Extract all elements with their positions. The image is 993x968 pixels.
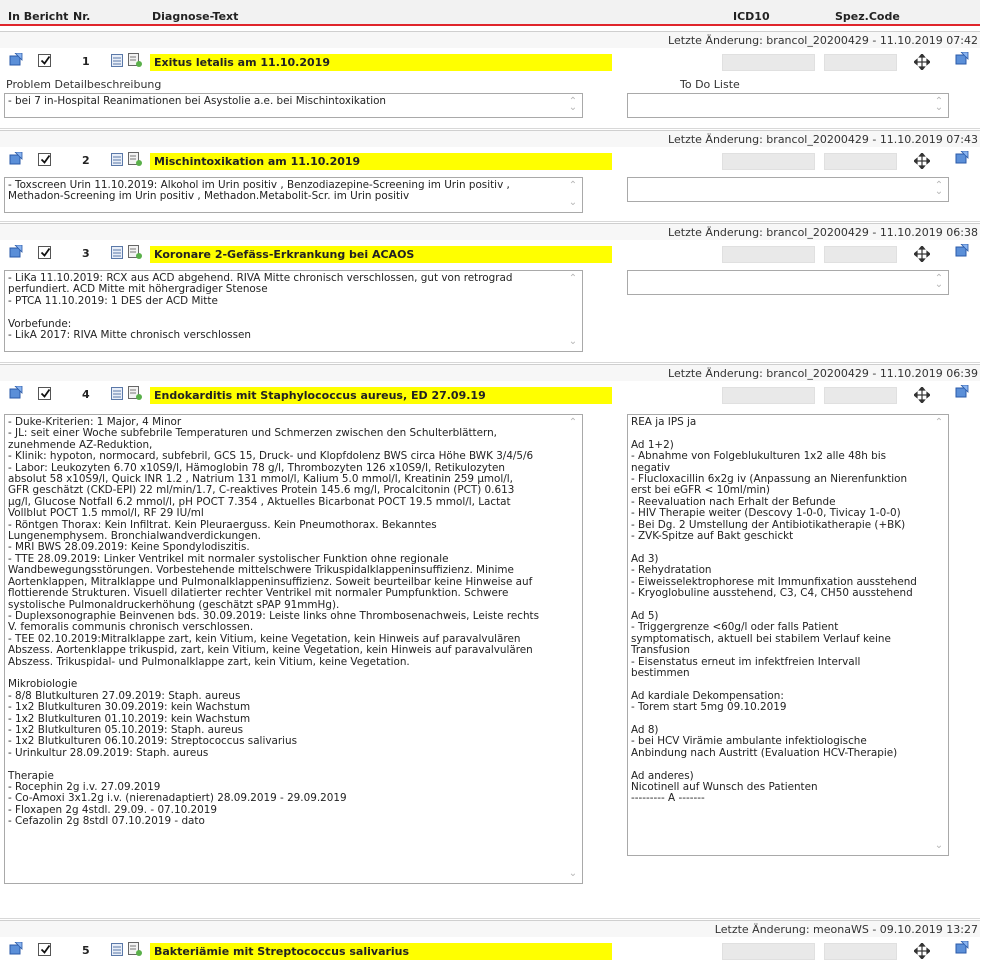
list-icon[interactable] xyxy=(111,943,123,956)
diagnosis-number: 1 xyxy=(82,55,90,68)
col-nr: Nr. xyxy=(73,10,91,23)
in-bericht-checkbox[interactable] xyxy=(38,943,51,956)
document-arrow-icon[interactable] xyxy=(9,245,23,258)
list-icon[interactable] xyxy=(111,54,123,67)
in-bericht-checkbox[interactable] xyxy=(38,387,51,400)
scroll-down-icon[interactable]: ⌄ xyxy=(932,187,946,197)
diagnosis-row: 2 Mischintoxikation am 11.10.2019 xyxy=(0,148,980,174)
scroll-up-icon[interactable]: ⌃ xyxy=(566,181,580,191)
document-arrow-icon[interactable] xyxy=(955,385,969,398)
diagnosis-title[interactable]: Exitus letalis am 11.10.2019 xyxy=(150,54,612,71)
last-change-text: Letzte Änderung: brancol_20200429 - 11.1… xyxy=(668,34,978,47)
move-arrows-icon[interactable] xyxy=(913,386,931,404)
edit-doc-icon[interactable] xyxy=(128,53,142,67)
divider xyxy=(0,362,980,363)
problem-textarea[interactable]: - Duke-Kriterien: 1 Major, 4 Minor - JL:… xyxy=(4,414,583,884)
document-arrow-icon[interactable] xyxy=(9,53,23,66)
problem-label: Problem Detailbeschreibung xyxy=(6,78,162,91)
edit-doc-icon[interactable] xyxy=(128,386,142,400)
col-spez-code: Spez.Code xyxy=(835,10,900,23)
edit-doc-icon[interactable] xyxy=(128,942,142,956)
scroll-down-icon[interactable]: ⌄ xyxy=(932,103,946,113)
diagnosis-number: 2 xyxy=(82,154,90,167)
in-bericht-checkbox[interactable] xyxy=(38,246,51,259)
todo-textarea[interactable]: ⌃ ⌄ xyxy=(627,177,949,202)
divider xyxy=(0,221,980,222)
divider xyxy=(0,918,980,919)
diagnosis-number: 5 xyxy=(82,944,90,957)
list-icon[interactable] xyxy=(111,153,123,166)
icd10-field[interactable] xyxy=(722,943,815,960)
scroll-up-icon[interactable]: ⌃ xyxy=(932,418,946,428)
spez-code-field[interactable] xyxy=(824,153,897,170)
scroll-down-icon[interactable]: ⌄ xyxy=(566,869,580,879)
divider xyxy=(0,128,980,129)
todo-textarea[interactable]: REA ja IPS ja Ad 1+2) - Abnahme von Folg… xyxy=(627,414,949,856)
list-icon[interactable] xyxy=(111,387,123,400)
table-header: In Bericht Nr. Diagnose-Text ICD10 Spez.… xyxy=(0,0,980,26)
diagnosis-row: 3 Koronare 2-Gefäss-Erkrankung bei ACAOS xyxy=(0,241,980,267)
diagnosis-title[interactable]: Bakteriämie mit Streptococcus salivarius xyxy=(150,943,612,960)
document-arrow-icon[interactable] xyxy=(9,942,23,955)
col-in-bericht: In Bericht xyxy=(8,10,69,23)
spez-code-field[interactable] xyxy=(824,387,897,404)
document-arrow-icon[interactable] xyxy=(9,386,23,399)
last-change-bar: Letzte Änderung: brancol_20200429 - 11.1… xyxy=(0,223,980,240)
spez-code-field[interactable] xyxy=(824,246,897,263)
scroll-up-icon[interactable]: ⌃ xyxy=(566,418,580,428)
diagnosis-number: 3 xyxy=(82,247,90,260)
move-arrows-icon[interactable] xyxy=(913,53,931,71)
document-arrow-icon[interactable] xyxy=(955,941,969,954)
todo-label: To Do Liste xyxy=(680,78,740,91)
diagnosis-row: 1 Exitus letalis am 11.10.2019 xyxy=(0,49,980,75)
last-change-text: Letzte Änderung: brancol_20200429 - 11.1… xyxy=(668,226,978,239)
last-change-text: Letzte Änderung: brancol_20200429 - 11.1… xyxy=(668,133,978,146)
scroll-down-icon[interactable]: ⌄ xyxy=(932,841,946,851)
last-change-bar: Letzte Änderung: brancol_20200429 - 11.1… xyxy=(0,31,980,48)
last-change-text: Letzte Änderung: brancol_20200429 - 11.1… xyxy=(668,367,978,380)
move-arrows-icon[interactable] xyxy=(913,942,931,960)
todo-textarea[interactable]: ⌃ ⌄ xyxy=(627,270,949,295)
diagnosis-title[interactable]: Mischintoxikation am 11.10.2019 xyxy=(150,153,612,170)
detail-labels: Problem Detailbeschreibung To Do Liste xyxy=(0,77,980,93)
in-bericht-checkbox[interactable] xyxy=(38,54,51,67)
todo-textarea[interactable]: ⌃ ⌄ xyxy=(627,93,949,118)
last-change-bar: Letzte Änderung: meonaWS - 09.10.2019 13… xyxy=(0,920,980,937)
col-diagnose-text: Diagnose-Text xyxy=(152,10,239,23)
move-arrows-icon[interactable] xyxy=(913,152,931,170)
scroll-down-icon[interactable]: ⌄ xyxy=(932,280,946,290)
document-arrow-icon[interactable] xyxy=(9,152,23,165)
spez-code-field[interactable] xyxy=(824,943,897,960)
document-arrow-icon[interactable] xyxy=(955,244,969,257)
diagnosis-number: 4 xyxy=(82,388,90,401)
scroll-down-icon[interactable]: ⌄ xyxy=(566,198,580,208)
spez-code-field[interactable] xyxy=(824,54,897,71)
last-change-text: Letzte Änderung: meonaWS - 09.10.2019 13… xyxy=(714,923,978,936)
scroll-down-icon[interactable]: ⌄ xyxy=(566,103,580,113)
in-bericht-checkbox[interactable] xyxy=(38,153,51,166)
scroll-down-icon[interactable]: ⌄ xyxy=(566,337,580,347)
diagnosis-row: 5 Bakteriämie mit Streptococcus salivari… xyxy=(0,938,980,964)
scroll-up-icon[interactable]: ⌃ xyxy=(566,274,580,284)
diagnosis-title[interactable]: Endokarditis mit Staphylococcus aureus, … xyxy=(150,387,612,404)
problem-textarea[interactable]: - bei 7 in-Hospital Reanimationen bei As… xyxy=(4,93,583,118)
edit-doc-icon[interactable] xyxy=(128,245,142,259)
last-change-bar: Letzte Änderung: brancol_20200429 - 11.1… xyxy=(0,364,980,381)
icd10-field[interactable] xyxy=(722,246,815,263)
col-icd10: ICD10 xyxy=(733,10,770,23)
problem-textarea[interactable]: - Toxscreen Urin 11.10.2019: Alkohol im … xyxy=(4,177,583,213)
diagnosis-row: 4 Endokarditis mit Staphylococcus aureus… xyxy=(0,382,980,408)
move-arrows-icon[interactable] xyxy=(913,245,931,263)
list-icon[interactable] xyxy=(111,246,123,259)
diagnosis-title[interactable]: Koronare 2-Gefäss-Erkrankung bei ACAOS xyxy=(150,246,612,263)
last-change-bar: Letzte Änderung: brancol_20200429 - 11.1… xyxy=(0,130,980,147)
edit-doc-icon[interactable] xyxy=(128,152,142,166)
document-arrow-icon[interactable] xyxy=(955,52,969,65)
icd10-field[interactable] xyxy=(722,54,815,71)
icd10-field[interactable] xyxy=(722,153,815,170)
icd10-field[interactable] xyxy=(722,387,815,404)
document-arrow-icon[interactable] xyxy=(955,151,969,164)
problem-textarea[interactable]: - LiKa 11.10.2019: RCX aus ACD abgehend.… xyxy=(4,270,583,352)
